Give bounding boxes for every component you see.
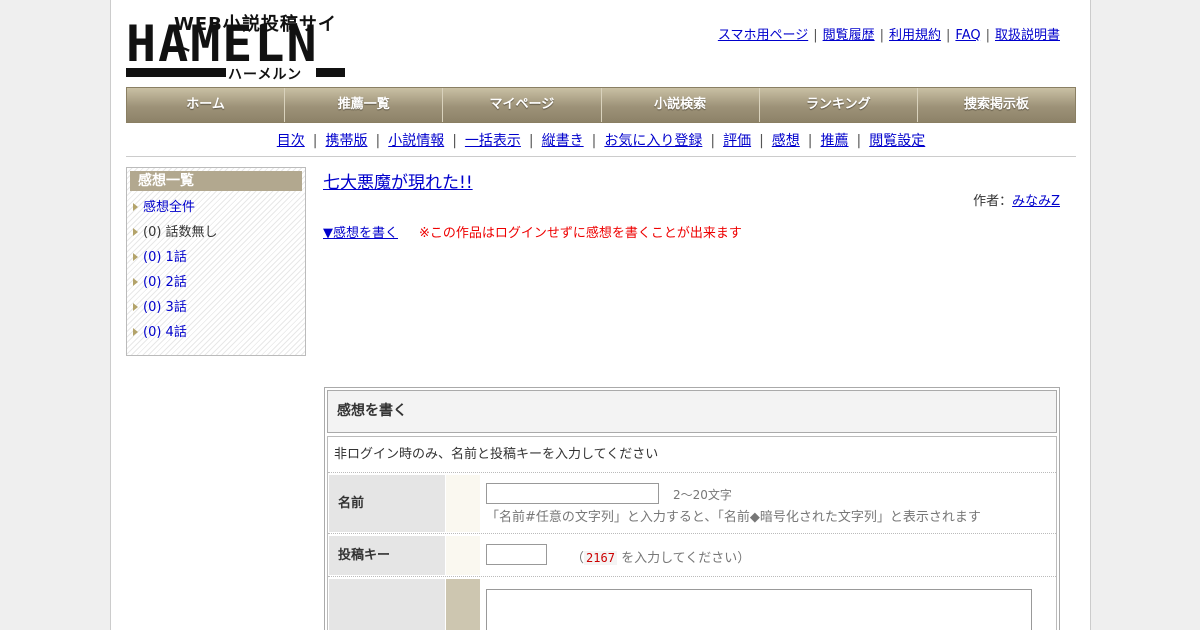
sidebar-item-none: (0) 話数無し: [127, 220, 305, 245]
author-line: 作者：みなみZ: [973, 190, 1060, 209]
sidebar: 感想一覧 感想全件 (0) 話数無し (0) 1話 (0) 2話 (0) 3話 …: [126, 167, 306, 356]
nav-recommend[interactable]: 推薦一覧: [285, 88, 444, 122]
subnav-recommend[interactable]: 推薦: [821, 133, 849, 149]
top-link-manual[interactable]: 取扱説明書: [995, 28, 1060, 43]
nav-search[interactable]: 小説検索: [601, 88, 760, 122]
form-title: 感想を書く: [327, 390, 1057, 433]
row-spacer: [446, 475, 480, 532]
divider: [126, 156, 1076, 157]
sidebar-item-ep3[interactable]: (0) 3話: [127, 295, 305, 320]
nav-mypage[interactable]: マイページ: [443, 88, 602, 122]
comment-row: [328, 577, 1056, 630]
key-label: 投稿キー: [329, 536, 445, 575]
top-link-terms[interactable]: 利用規約: [889, 28, 941, 43]
top-link-history[interactable]: 閲覧履歴: [823, 28, 875, 43]
comment-label: [329, 579, 445, 630]
sub-nav: 目次 | 携帯版 | 小説情報 | 一括表示 | 縦書き | お気に入り登録 | 評価 | 感想 | 推薦 | 閲覧…: [276, 133, 926, 149]
subnav-all[interactable]: 一括表示: [465, 133, 521, 149]
top-links: スマホ用ページ | 閲覧履歴 | 利用規約 | FAQ | 取扱説明書: [717, 28, 1060, 43]
post-key-hint: （2167 を入力してください）: [571, 551, 751, 566]
novel-title[interactable]: 七大悪魔が現れた!!: [323, 168, 473, 193]
subnav-rate[interactable]: 評価: [723, 133, 751, 149]
comment-form: 感想を書く 非ログイン時のみ、名前と投稿キーを入力してください 名前 2～20文…: [324, 387, 1060, 630]
subnav-info[interactable]: 小説情報: [388, 133, 444, 149]
subnav-settings[interactable]: 閲覧設定: [869, 133, 925, 149]
name-trip-hint: 「名前#任意の文字列」と入力すると、「名前◆暗号化された文字列」と表示されます: [486, 510, 981, 525]
nav-home[interactable]: ホーム: [127, 88, 286, 122]
site-logo[interactable]: WEB小説投稿サイト HAMELN ハーメルン: [126, 10, 346, 83]
name-label: 名前: [329, 475, 445, 532]
nav-ranking[interactable]: ランキング: [759, 88, 918, 122]
subnav-comments[interactable]: 感想: [772, 133, 800, 149]
name-input[interactable]: [486, 483, 659, 504]
name-row: 名前 2～20文字 「名前#任意の文字列」と入力すると、「名前◆暗号化された文字…: [328, 473, 1056, 534]
post-key-input[interactable]: [486, 544, 547, 565]
nav-board[interactable]: 捜索掲示板: [917, 88, 1076, 122]
write-comment-link[interactable]: ▼感想を書く: [323, 222, 398, 241]
logo-bar: [316, 68, 345, 77]
logo-bar: [126, 68, 226, 77]
page-container: WEB小説投稿サイト HAMELN ハーメルン スマホ用ページ | 閲覧履歴 | 利用規…: [110, 0, 1091, 630]
subnav-favorite[interactable]: お気に入り登録: [604, 133, 702, 149]
top-link-faq[interactable]: FAQ: [955, 28, 980, 43]
row-spacer: [446, 579, 480, 630]
author-link[interactable]: みなみZ: [1012, 194, 1060, 209]
top-link-smartphone[interactable]: スマホ用ページ: [718, 28, 808, 43]
form-note: 非ログイン時のみ、名前と投稿キーを入力してください: [328, 437, 1056, 473]
global-nav: ホーム 推薦一覧 マイページ 小説検索 ランキング 捜索掲示板: [126, 87, 1076, 123]
author-label: 作者：: [973, 194, 1013, 209]
sidebar-item-all[interactable]: 感想全件: [127, 195, 305, 220]
sidebar-item-ep1[interactable]: (0) 1話: [127, 245, 305, 270]
sidebar-item-ep4[interactable]: (0) 4話: [127, 320, 305, 345]
sidebar-item-ep2[interactable]: (0) 2話: [127, 270, 305, 295]
key-row: 投稿キー （2167 を入力してください）: [328, 534, 1056, 577]
post-key-code: 2167: [584, 551, 617, 565]
guest-notice: ※この作品はログインせずに感想を書くことが出来ます: [419, 226, 742, 241]
logo-kana: ハーメルン: [228, 67, 303, 83]
form-body: 非ログイン時のみ、名前と投稿キーを入力してください 名前 2～20文字 「名前#…: [327, 436, 1057, 630]
subnav-toc[interactable]: 目次: [277, 133, 305, 149]
logo-name: HAMELN: [126, 15, 319, 73]
subnav-vertical[interactable]: 縦書き: [542, 133, 584, 149]
sidebar-title: 感想一覧: [130, 171, 302, 191]
subnav-mobile[interactable]: 携帯版: [325, 133, 367, 149]
row-spacer: [446, 536, 480, 575]
name-length-hint: 2～20文字: [673, 488, 732, 502]
comment-textarea[interactable]: [486, 589, 1032, 630]
